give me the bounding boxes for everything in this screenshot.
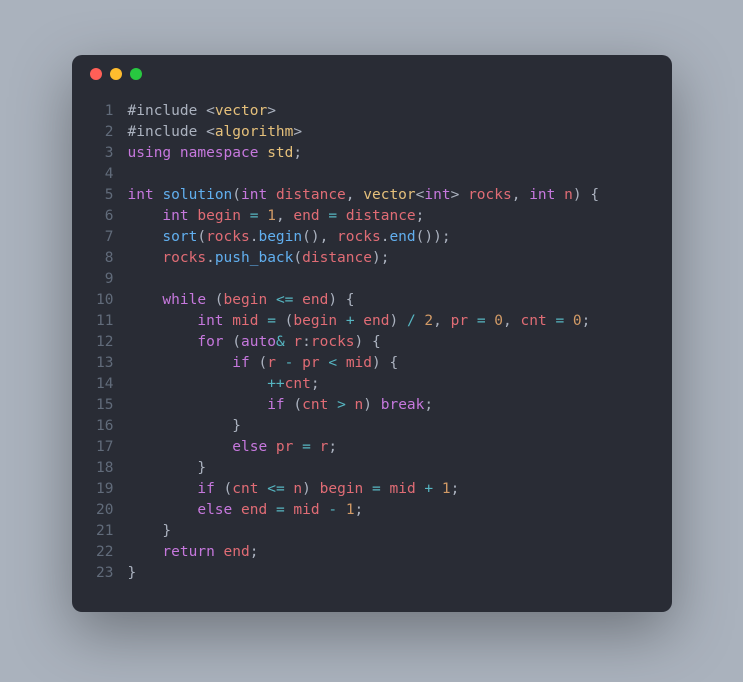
code-content — [128, 164, 137, 185]
code-content: if (r - pr < mid) { — [128, 353, 399, 374]
code-content: int mid = (begin + end) / 2, pr = 0, cnt… — [128, 311, 591, 332]
code-line: 22 return end; — [72, 542, 652, 563]
line-number: 16 — [72, 416, 128, 437]
line-number: 15 — [72, 395, 128, 416]
minimize-icon[interactable] — [110, 68, 122, 80]
line-number: 7 — [72, 227, 128, 248]
code-content: rocks.push_back(distance); — [128, 248, 390, 269]
code-line: 17 else pr = r; — [72, 437, 652, 458]
line-number: 11 — [72, 311, 128, 332]
code-line: 16 } — [72, 416, 652, 437]
code-line: 4 — [72, 164, 652, 185]
code-line: 23} — [72, 563, 652, 584]
code-line: 3using namespace std; — [72, 143, 652, 164]
code-content: ++cnt; — [128, 374, 320, 395]
line-number: 4 — [72, 164, 128, 185]
code-line: 8 rocks.push_back(distance); — [72, 248, 652, 269]
titlebar — [72, 55, 672, 93]
line-number: 19 — [72, 479, 128, 500]
code-content: sort(rocks.begin(), rocks.end()); — [128, 227, 451, 248]
line-number: 21 — [72, 521, 128, 542]
line-number: 5 — [72, 185, 128, 206]
code-line: 2#include <algorithm> — [72, 122, 652, 143]
line-number: 20 — [72, 500, 128, 521]
line-number: 22 — [72, 542, 128, 563]
line-number: 6 — [72, 206, 128, 227]
code-content: } — [128, 563, 137, 584]
code-area: 1#include <vector>2#include <algorithm>3… — [72, 93, 672, 612]
code-line: 19 if (cnt <= n) begin = mid + 1; — [72, 479, 652, 500]
code-content: if (cnt > n) break; — [128, 395, 434, 416]
line-number: 3 — [72, 143, 128, 164]
code-line: 6 int begin = 1, end = distance; — [72, 206, 652, 227]
code-line: 12 for (auto& r:rocks) { — [72, 332, 652, 353]
code-line: 13 if (r - pr < mid) { — [72, 353, 652, 374]
line-number: 18 — [72, 458, 128, 479]
code-content: #include <algorithm> — [128, 122, 303, 143]
code-content: else end = mid - 1; — [128, 500, 364, 521]
code-content: #include <vector> — [128, 101, 276, 122]
line-number: 13 — [72, 353, 128, 374]
code-line: 21 } — [72, 521, 652, 542]
line-number: 2 — [72, 122, 128, 143]
code-content — [128, 269, 137, 290]
code-line: 7 sort(rocks.begin(), rocks.end()); — [72, 227, 652, 248]
code-line: 5int solution(int distance, vector<int> … — [72, 185, 652, 206]
code-line: 20 else end = mid - 1; — [72, 500, 652, 521]
code-content: using namespace std; — [128, 143, 303, 164]
code-content: } — [128, 416, 242, 437]
code-line: 18 } — [72, 458, 652, 479]
code-line: 11 int mid = (begin + end) / 2, pr = 0, … — [72, 311, 652, 332]
code-content: if (cnt <= n) begin = mid + 1; — [128, 479, 460, 500]
line-number: 12 — [72, 332, 128, 353]
line-number: 1 — [72, 101, 128, 122]
line-number: 23 — [72, 563, 128, 584]
code-line: 1#include <vector> — [72, 101, 652, 122]
line-number: 14 — [72, 374, 128, 395]
code-content: int begin = 1, end = distance; — [128, 206, 425, 227]
line-number: 8 — [72, 248, 128, 269]
close-icon[interactable] — [90, 68, 102, 80]
code-line: 15 if (cnt > n) break; — [72, 395, 652, 416]
code-line: 10 while (begin <= end) { — [72, 290, 652, 311]
line-number: 10 — [72, 290, 128, 311]
code-content: for (auto& r:rocks) { — [128, 332, 381, 353]
code-content: while (begin <= end) { — [128, 290, 355, 311]
line-number: 17 — [72, 437, 128, 458]
code-content: return end; — [128, 542, 259, 563]
code-window: 1#include <vector>2#include <algorithm>3… — [72, 55, 672, 612]
maximize-icon[interactable] — [130, 68, 142, 80]
line-number: 9 — [72, 269, 128, 290]
code-line: 9 — [72, 269, 652, 290]
code-content: } — [128, 521, 172, 542]
code-content: int solution(int distance, vector<int> r… — [128, 185, 600, 206]
code-content: } — [128, 458, 207, 479]
code-content: else pr = r; — [128, 437, 338, 458]
code-line: 14 ++cnt; — [72, 374, 652, 395]
